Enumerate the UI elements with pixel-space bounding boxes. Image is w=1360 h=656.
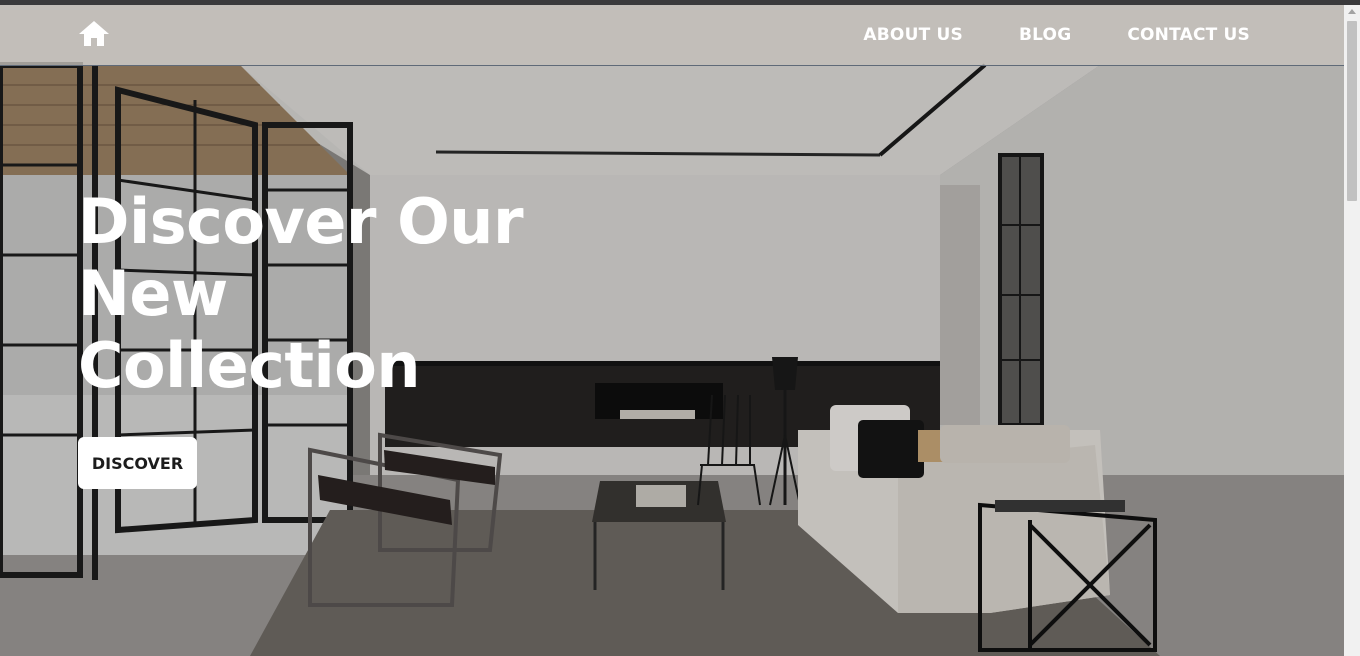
home-icon [78, 19, 110, 51]
hero-title: Discover Our New Collection [78, 186, 598, 402]
hero-title-line-2: New [78, 257, 228, 330]
nav-about-us[interactable]: ABOUT US [863, 25, 963, 45]
discover-button[interactable]: DISCOVER [78, 437, 197, 489]
nav-blog[interactable]: BLOG [1019, 25, 1071, 45]
site-header: ABOUT US BLOG CONTACT US [0, 5, 1344, 66]
scrollbar-thumb[interactable] [1347, 21, 1357, 201]
main-nav: ABOUT US BLOG CONTACT US [863, 5, 1250, 65]
nav-contact-us[interactable]: CONTACT US [1127, 25, 1250, 45]
scroll-up-arrow-icon[interactable] [1348, 9, 1356, 14]
hero-title-line-1: Discover Our [78, 185, 524, 258]
home-link[interactable] [76, 19, 112, 51]
page-scrollbar[interactable] [1344, 5, 1360, 656]
hero-title-line-3: Collection [78, 329, 421, 402]
hero-section: Discover Our New Collection [78, 186, 598, 402]
page-viewport: ABOUT US BLOG CONTACT US Discover Our Ne… [0, 5, 1344, 656]
